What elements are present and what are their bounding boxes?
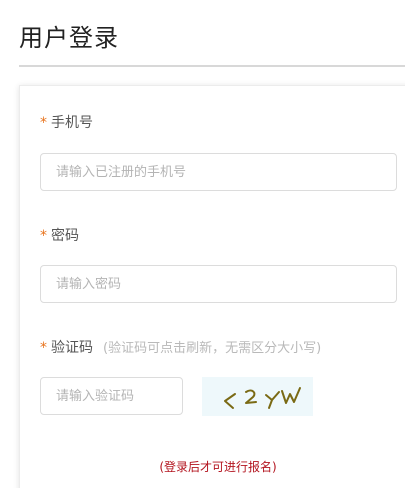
captcha-label-text: 验证码 — [51, 340, 93, 356]
page-title: 用户登录 — [19, 24, 119, 52]
phone-input[interactable] — [40, 153, 397, 191]
password-input[interactable] — [40, 265, 397, 303]
required-mark: * — [40, 340, 47, 356]
required-mark: * — [40, 115, 47, 131]
captcha-image[interactable] — [202, 377, 313, 416]
captcha-label: * 验证码 (验证码可点击刷新，无需区分大小写) — [40, 338, 321, 359]
captcha-input[interactable] — [40, 377, 183, 415]
required-mark: * — [40, 228, 47, 244]
phone-label-text: 手机号 — [51, 115, 93, 131]
phone-label: * 手机号 — [40, 113, 93, 133]
login-page: 用户登录 *手机号 *密码 *验证码(验证码可点击刷新，无需区分大小写) — [0, 0, 405, 488]
captcha-hint: (验证码可点击刷新，无需区分大小写) — [103, 341, 322, 356]
login-required-note: (登录后才可进行报名) — [159, 460, 277, 474]
password-label: * 密码 — [40, 226, 79, 246]
title-divider — [19, 65, 405, 67]
password-label-text: 密码 — [51, 228, 79, 244]
captcha-glyphs — [224, 387, 301, 409]
